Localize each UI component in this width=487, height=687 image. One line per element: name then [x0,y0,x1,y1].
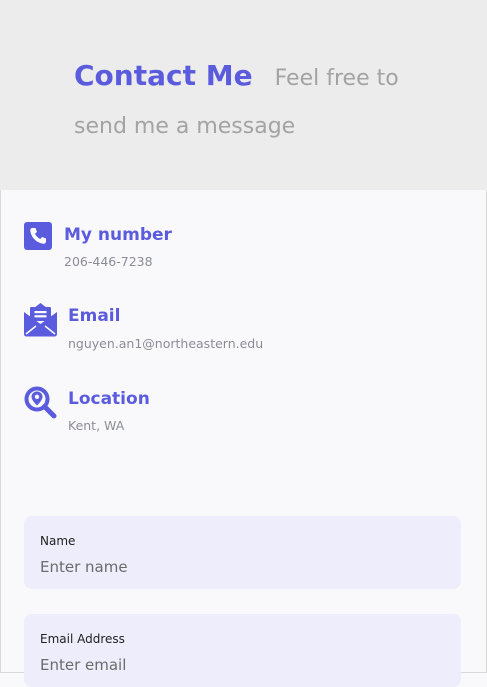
contact-item-label: My number [64,225,172,245]
location-value: Kent, WA [68,418,125,433]
name-field: Name [24,516,461,589]
phone-icon [24,222,52,254]
location-search-icon [24,386,57,423]
contact-item-label: Location [68,389,150,409]
contact-header: Contact Me Feel free to send me a message [0,0,487,190]
email-address: nguyen.an1@northeastern.edu [68,336,264,351]
header-text: Contact Me Feel free to send me a message [74,52,434,151]
page-title: Contact Me [74,59,253,92]
email-field: Email Address [24,614,461,687]
email-field-label: Email Address [40,632,125,646]
mail-icon [24,303,57,341]
phone-number: 206-446-7238 [64,254,153,269]
name-field-label: Name [40,534,76,548]
contact-item-label: Email [68,306,121,326]
name-input[interactable] [40,556,440,578]
